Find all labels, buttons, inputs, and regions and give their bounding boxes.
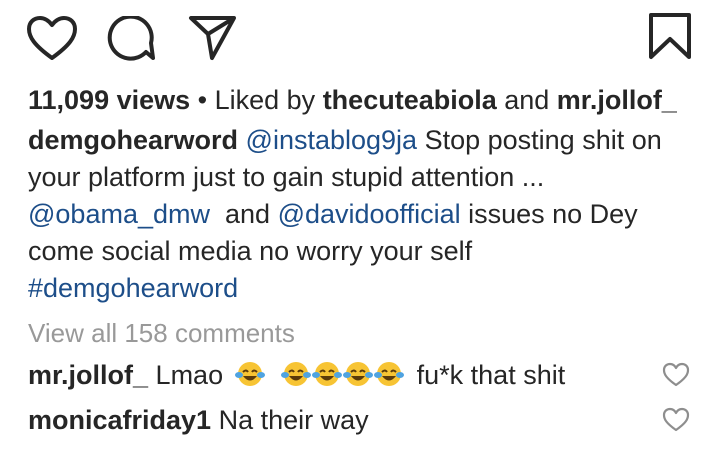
tears-of-joy-emoji-icon bbox=[312, 362, 343, 386]
views-count[interactable]: 11,099 views bbox=[28, 85, 190, 115]
like-comment-heart-icon[interactable] bbox=[662, 362, 690, 388]
tears-of-joy-emoji-icon bbox=[234, 362, 265, 386]
liker-username[interactable]: mr.jollof_ bbox=[557, 85, 677, 115]
stats-line: 11,099 views • Liked by thecuteabiola an… bbox=[28, 82, 708, 119]
comment-username[interactable]: mr.jollof_ bbox=[28, 360, 148, 390]
comment-text: Na their way bbox=[218, 405, 369, 435]
view-all-comments-link[interactable]: View all 158 comments bbox=[28, 315, 295, 351]
comment-bubble-icon[interactable] bbox=[106, 16, 156, 64]
like-comment-heart-icon[interactable] bbox=[662, 407, 690, 433]
comment-username[interactable]: monicafriday1 bbox=[28, 405, 211, 435]
liked-by-label: • Liked by bbox=[190, 85, 323, 115]
liker-username[interactable]: thecuteabiola bbox=[323, 85, 497, 115]
mention-link[interactable]: @obama_dmw bbox=[28, 199, 210, 229]
hashtag-link[interactable]: #demgohearword bbox=[28, 273, 238, 303]
like-heart-icon[interactable] bbox=[26, 16, 78, 62]
caption-text: and bbox=[210, 199, 278, 229]
tears-of-joy-emoji-icon bbox=[281, 362, 312, 386]
and-label: and bbox=[496, 85, 557, 115]
tears-of-joy-emoji-icon bbox=[374, 362, 405, 386]
share-paper-plane-icon[interactable] bbox=[188, 14, 238, 62]
laughing-emoji-group bbox=[281, 357, 405, 394]
action-bar bbox=[0, 12, 720, 62]
comment-row: mr.jollof_ Lmao fu*k that shit bbox=[28, 357, 648, 394]
mention-link[interactable]: @davidoofficial bbox=[278, 199, 461, 229]
comment-row: monicafriday1 Na their way bbox=[28, 402, 648, 439]
caption-username[interactable]: demgohearword bbox=[28, 125, 238, 155]
comment-text: fu*k that shit bbox=[416, 360, 566, 390]
post-caption: demgohearword @instablog9ja Stop posting… bbox=[28, 122, 708, 307]
save-bookmark-icon[interactable] bbox=[648, 12, 692, 60]
tears-of-joy-emoji-icon bbox=[343, 362, 374, 386]
laughing-emoji-group bbox=[234, 357, 266, 394]
comment-text: Lmao bbox=[155, 360, 224, 390]
mention-link[interactable]: @instablog9ja bbox=[246, 125, 418, 155]
